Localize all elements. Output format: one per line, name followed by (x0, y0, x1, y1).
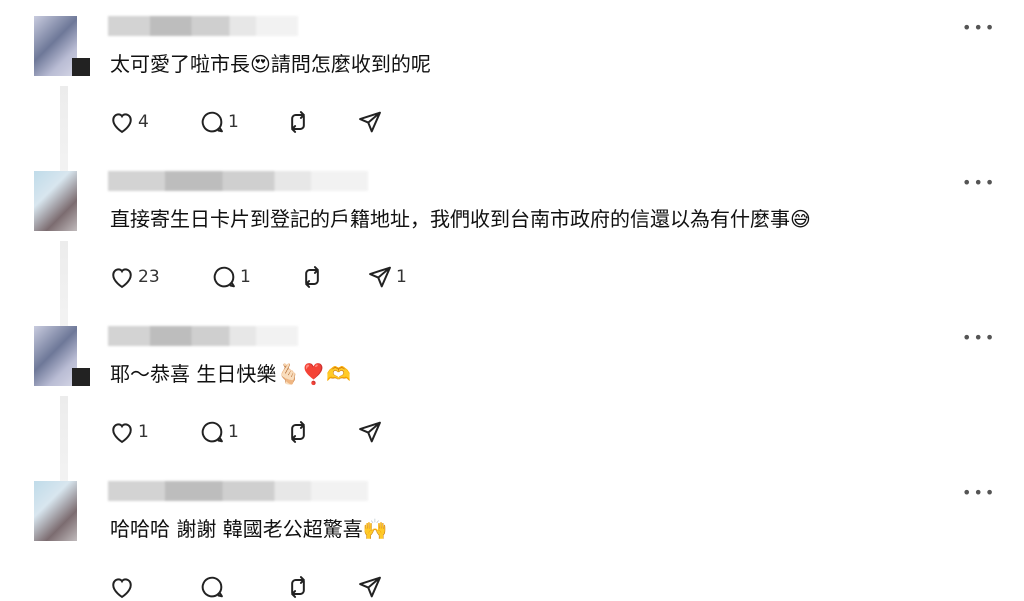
heart-icon (112, 268, 132, 289)
repost-button[interactable] (284, 108, 312, 136)
comment-text: 哈哈哈 謝謝 韓國老公超驚喜🙌 (110, 517, 388, 541)
share-button[interactable] (356, 573, 384, 601)
send-icon (359, 111, 381, 133)
avatar[interactable] (34, 16, 94, 76)
heart-icon (112, 423, 132, 444)
repost-button[interactable] (284, 418, 312, 446)
username-blurred[interactable] (108, 481, 368, 501)
like-count: 1 (138, 422, 149, 442)
avatar[interactable] (34, 171, 94, 231)
comment-item: ••• 直接寄生日卡片到登記的戶籍地址，我們收到台南市政府的信還以為有什麼事😅 … (0, 171, 1024, 355)
more-options-icon[interactable]: ••• (962, 483, 996, 502)
share-button[interactable] (356, 108, 384, 136)
heart-icon (112, 578, 132, 599)
reply-button[interactable]: 1 (210, 263, 251, 291)
like-button[interactable]: 23 (108, 263, 160, 291)
reply-bubble-icon (213, 266, 235, 288)
username-blurred[interactable] (108, 16, 298, 36)
comment-item: ••• 太可愛了啦市長😍請問怎麼收到的呢 4 1 (0, 16, 1024, 200)
heart-icon (112, 113, 132, 134)
send-icon (359, 421, 381, 443)
username-blurred[interactable] (108, 326, 298, 346)
comment-text: 直接寄生日卡片到登記的戶籍地址，我們收到台南市政府的信還以為有什麼事😅 (110, 207, 811, 231)
comment-text: 耶～恭喜 生日快樂🫰🏻❣️🫶 (110, 362, 352, 386)
send-icon (369, 266, 391, 288)
repost-icon (291, 576, 305, 598)
repost-button[interactable] (298, 263, 326, 291)
comment-text: 太可愛了啦市長😍請問怎麼收到的呢 (110, 52, 431, 76)
like-button[interactable]: 1 (108, 418, 149, 446)
reply-bubble-icon (201, 421, 223, 443)
like-button[interactable] (108, 573, 136, 601)
send-icon (359, 576, 381, 598)
comment-item: ••• 哈哈哈 謝謝 韓國老公超驚喜🙌 (0, 481, 1024, 599)
reply-button[interactable] (198, 573, 226, 601)
repost-icon (291, 421, 305, 443)
share-button[interactable]: 1 (366, 263, 407, 291)
more-options-icon[interactable]: ••• (962, 18, 996, 37)
repost-button[interactable] (284, 573, 312, 601)
more-options-icon[interactable]: ••• (962, 173, 996, 192)
username-blurred[interactable] (108, 171, 368, 191)
share-count: 1 (396, 267, 407, 287)
repost-icon (305, 266, 319, 288)
reply-bubble-icon (201, 576, 223, 598)
like-count: 4 (138, 112, 149, 132)
reply-button[interactable]: 1 (198, 108, 239, 136)
share-button[interactable] (356, 418, 384, 446)
reply-count: 1 (240, 267, 251, 287)
comment-item: ••• 耶～恭喜 生日快樂🫰🏻❣️🫶 1 1 (0, 326, 1024, 510)
reply-bubble-icon (201, 111, 223, 133)
avatar[interactable] (34, 326, 94, 386)
more-options-icon[interactable]: ••• (962, 328, 996, 347)
reply-count: 1 (228, 112, 239, 132)
like-button[interactable]: 4 (108, 108, 149, 136)
reply-button[interactable]: 1 (198, 418, 239, 446)
reply-count: 1 (228, 422, 239, 442)
repost-icon (291, 111, 305, 133)
avatar[interactable] (34, 481, 94, 541)
like-count: 23 (138, 267, 160, 287)
